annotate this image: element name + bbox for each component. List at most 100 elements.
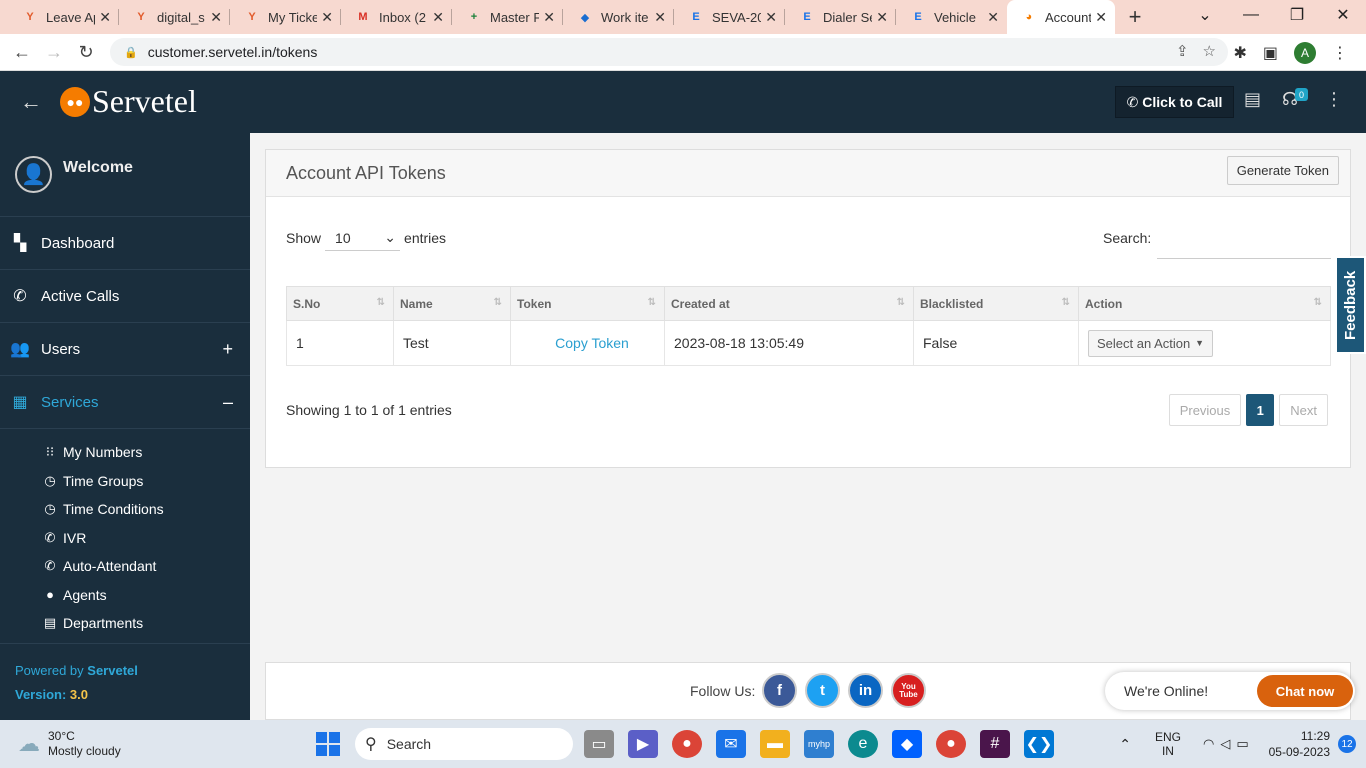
url-text: customer.servetel.in/tokens [147, 44, 318, 60]
sidebar-item-dashboard[interactable]: ▚ Dashboard [0, 217, 250, 270]
generate-token-button[interactable]: Generate Token [1226, 156, 1339, 185]
back-icon[interactable]: ← [6, 42, 38, 63]
close-tab-icon[interactable]: ✕ [99, 9, 111, 26]
column-header-sno[interactable]: S.No ⇅ [286, 286, 394, 321]
weather-temp: 30°C [48, 729, 75, 743]
teams-meet-icon[interactable]: ▶ [628, 730, 658, 758]
expand-plus-icon[interactable]: + [222, 339, 233, 360]
browser-tab[interactable]: Ydigital_s ✕ [119, 0, 230, 34]
address-bar[interactable]: 🔒 customer.servetel.in/tokens ⇪ ☆ [110, 38, 1228, 66]
edge-icon[interactable]: e [848, 730, 878, 758]
browser-tab[interactable]: + Master F ✕ [452, 0, 563, 34]
browser-tab[interactable]: E Vehicle ✕ [896, 0, 1007, 34]
browser-menu-icon[interactable]: ⋮ [1332, 43, 1348, 63]
windows-start-icon[interactable] [316, 732, 340, 756]
page-title: Account API Tokens [286, 162, 446, 183]
column-header-created-at[interactable]: Created at ⇅ [664, 286, 914, 321]
maximize-button[interactable]: ❐ [1274, 0, 1320, 30]
browser-toolbar: ← → ↻ 🔒 customer.servetel.in/tokens ⇪ ☆ … [0, 34, 1366, 71]
sidebar-subitem-time-conditions[interactable]: ◷ Time Conditions [0, 495, 250, 524]
close-tab-icon[interactable]: ✕ [432, 9, 444, 26]
column-header-action[interactable]: Action ⇅ [1078, 286, 1331, 321]
clock[interactable]: 11:29 05-09-2023 [1269, 728, 1330, 760]
facebook-icon[interactable]: f [762, 673, 797, 708]
sidebar-subitem-departments[interactable]: ▤ Departments [0, 609, 250, 638]
browser-tab[interactable]: ◕ Account ✕ [1007, 0, 1115, 34]
language-indicator[interactable]: ENG IN [1155, 730, 1181, 758]
servetel-logo[interactable]: ●● Servetel [60, 83, 197, 120]
chat-now-button[interactable]: Chat now [1257, 675, 1353, 707]
panel-header: Account API Tokens Generate Token [266, 150, 1350, 197]
side-panel-icon[interactable]: ▣ [1263, 43, 1278, 63]
linkedin-icon[interactable]: in [848, 673, 883, 708]
close-tab-icon[interactable]: ✕ [987, 9, 999, 26]
extensions-icon[interactable]: ✱ [1233, 43, 1246, 63]
chrome-profile-icon[interactable]: ● [936, 730, 966, 758]
close-tab-icon[interactable]: ✕ [654, 9, 666, 26]
twitter-icon[interactable]: t [805, 673, 840, 708]
feedback-tab[interactable]: Feedback [1337, 256, 1366, 354]
new-tab-button[interactable]: + [1115, 0, 1155, 34]
bookmark-star-icon[interactable]: ☆ [1203, 42, 1216, 60]
column-header-blacklisted[interactable]: Blacklisted ⇅ [913, 286, 1079, 321]
tab-search-icon[interactable]: ⌄ [1182, 0, 1228, 30]
sidebar-item-users[interactable]: 👥 Users + [0, 323, 250, 376]
browser-tab[interactable]: M Inbox (2 ✕ [341, 0, 452, 34]
chat-widget[interactable]: We're Online! Chat now [1105, 672, 1355, 710]
browser-tab[interactable]: E SEVA-20 ✕ [674, 0, 785, 34]
sidebar-item-services[interactable]: ▦ Services – [0, 376, 250, 429]
entries-select[interactable]: 10 ⌄ [325, 225, 401, 251]
close-tab-icon[interactable]: ✕ [210, 9, 222, 26]
share-icon[interactable]: ⇪ [1176, 42, 1189, 60]
chevron-up-icon[interactable]: ⌃ [1119, 736, 1131, 753]
sidebar-subitem-my-numbers[interactable]: ⁝⁝ My Numbers [0, 438, 250, 467]
close-tab-icon[interactable]: ✕ [765, 9, 777, 26]
back-arrow-icon[interactable]: ← [20, 89, 42, 115]
sidebar-subitem-auto-attendant[interactable]: ✆ Auto-Attendant [0, 552, 250, 581]
next-page-button[interactable]: Next [1279, 394, 1328, 426]
taskbar-search[interactable]: ⚲ Search [355, 728, 573, 760]
close-tab-icon[interactable]: ✕ [1095, 9, 1107, 26]
sidebar-subitem-agents[interactable]: ● Agents [0, 581, 250, 610]
tab-title: Vehicle [934, 9, 976, 25]
previous-page-button[interactable]: Previous [1168, 394, 1242, 426]
forward-icon[interactable]: → [38, 42, 70, 63]
column-header-name[interactable]: Name ⇅ [393, 286, 511, 321]
wifi-volume-battery-icons[interactable]: ◠◁▭ [1203, 736, 1255, 752]
select-action-dropdown[interactable]: Select an Action ▼ [1088, 329, 1213, 357]
browser-tab[interactable]: ◆ Work ite ✕ [563, 0, 674, 34]
myhp-icon[interactable]: myhp [804, 730, 834, 758]
close-tab-icon[interactable]: ✕ [321, 9, 333, 26]
vscode-icon[interactable]: ❮❯ [1024, 730, 1054, 758]
close-tab-icon[interactable]: ✕ [543, 9, 555, 26]
close-tab-icon[interactable]: ✕ [876, 9, 888, 26]
weather-widget[interactable]: ☁ 30°C Mostly cloudy [18, 729, 121, 759]
file-explorer-gray-icon[interactable]: ▭ [584, 730, 614, 758]
sidebar-subitem-ivr[interactable]: ✆ IVR [0, 524, 250, 553]
sidebar-item-active-calls[interactable]: ✆ Active Calls [0, 270, 250, 323]
reload-icon[interactable]: ↻ [70, 42, 102, 63]
mail-icon[interactable]: ✉ [716, 730, 746, 758]
page-1-button[interactable]: 1 [1246, 394, 1275, 426]
search-input[interactable] [1157, 225, 1331, 259]
version-label: Version: [15, 687, 67, 702]
dropbox-icon[interactable]: ◆ [892, 730, 922, 758]
more-menu-icon[interactable]: ⋮ [1325, 89, 1343, 110]
browser-tab[interactable]: Y My Ticke ✕ [230, 0, 341, 34]
close-window-button[interactable]: ✕ [1320, 0, 1366, 30]
browser-tab[interactable]: E Dialer Se ✕ [785, 0, 896, 34]
collapse-minus-icon[interactable]: – [223, 392, 233, 413]
copy-token-link[interactable]: Copy Token [520, 335, 664, 351]
click-to-call-button[interactable]: ✆ Click to Call [1115, 86, 1234, 118]
file-explorer-icon[interactable]: ▬ [760, 730, 790, 758]
column-header-token[interactable]: Token ⇅ [510, 286, 665, 321]
profile-avatar[interactable]: A [1294, 41, 1316, 64]
slack-icon[interactable]: # [980, 730, 1010, 758]
chrome-icon[interactable]: ● [672, 730, 702, 758]
notification-count[interactable]: 12 [1338, 735, 1356, 753]
notes-icon[interactable]: ▤ [1244, 89, 1261, 110]
youtube-icon[interactable]: You Tube [891, 673, 926, 708]
minimize-button[interactable]: — [1228, 0, 1274, 30]
sidebar-subitem-time-groups[interactable]: ◷ Time Groups [0, 467, 250, 496]
browser-tab[interactable]: Y Leave Ap ✕ [8, 0, 119, 34]
